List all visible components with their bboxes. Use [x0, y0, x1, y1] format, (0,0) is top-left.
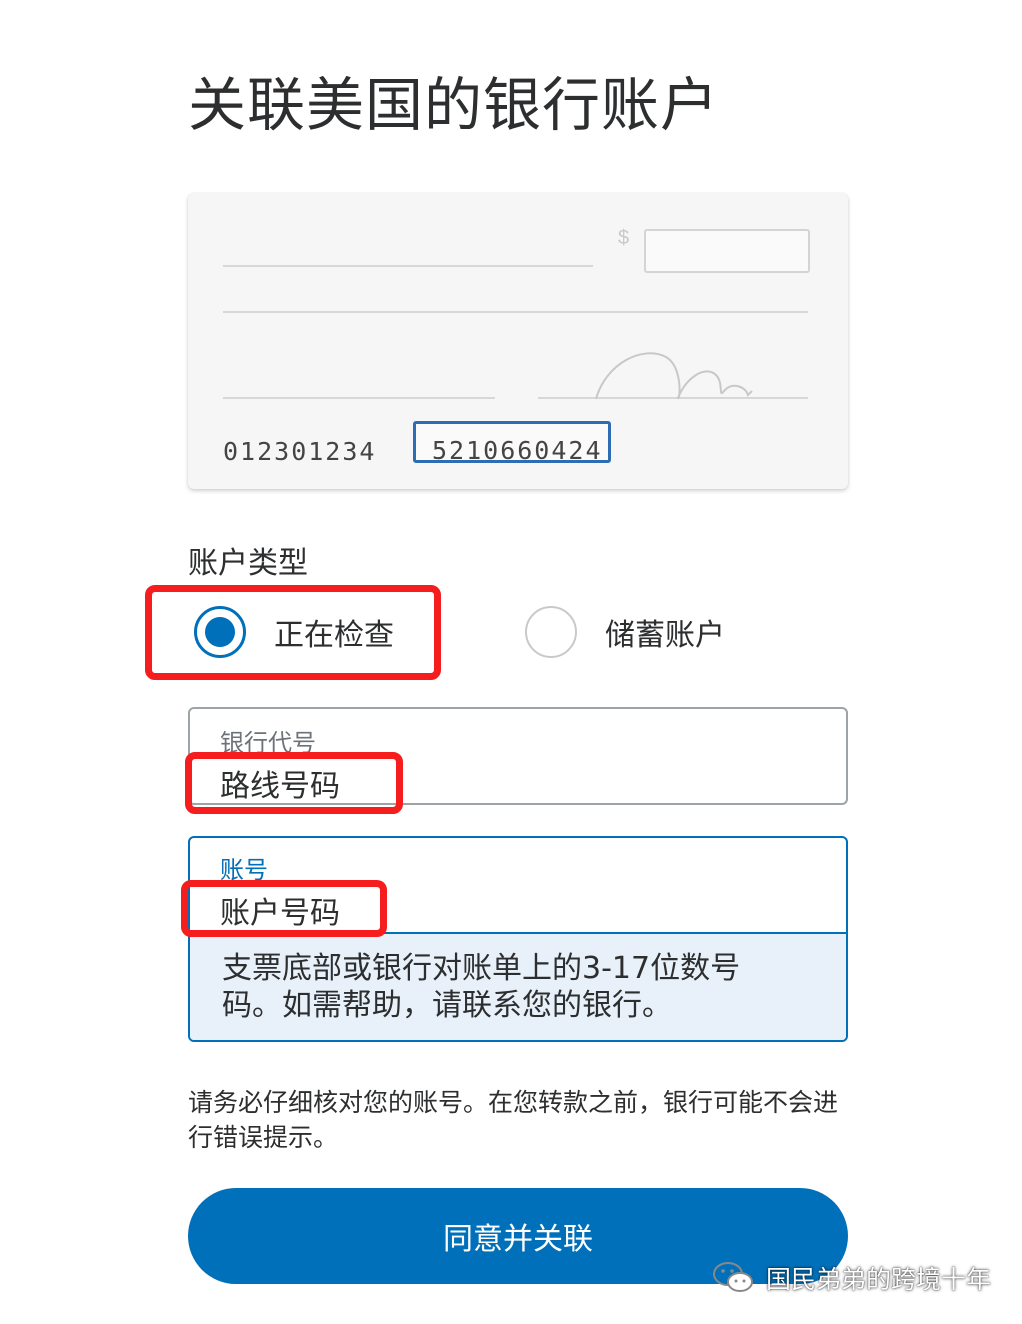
- account-number-field[interactable]: 账号 账户号码 支票底部或银行对账单上的3-17位数号码。如需帮助，请联系您的银…: [188, 836, 848, 1042]
- memo-line: [223, 397, 495, 399]
- dollar-sign: $: [618, 227, 630, 249]
- radio-option-savings[interactable]: 储蓄账户: [525, 606, 725, 658]
- account-number-helper-text: 支票底部或银行对账单上的3-17位数号码。如需帮助，请联系您的银行。: [222, 951, 741, 1023]
- routing-number-sample: 012301234: [223, 437, 377, 466]
- radio-option-checking[interactable]: 正在检查: [194, 606, 394, 658]
- amount-words-line: [223, 311, 808, 313]
- radio-checked-icon[interactable]: [194, 606, 246, 658]
- watermark: 国民弟弟的跨境十年: [712, 1260, 991, 1296]
- radio-unchecked-icon[interactable]: [525, 606, 577, 658]
- account-number-value[interactable]: 账户号码: [220, 888, 340, 932]
- account-number-helper: 支票底部或银行对账单上的3-17位数号码。如需帮助，请联系您的银行。: [190, 932, 846, 1040]
- page-title: 关联美国的银行账户: [188, 71, 720, 139]
- routing-number-label: 银行代号: [220, 729, 316, 757]
- watermark-text: 国民弟弟的跨境十年: [766, 1265, 992, 1294]
- radio-label-savings: 储蓄账户: [605, 618, 725, 653]
- wechat-icon: [713, 1262, 753, 1292]
- verification-notice: 请务必仔细核对您的账号。在您转款之前，银行可能不会进行错误提示。: [188, 1088, 839, 1152]
- account-type-label: 账户类型: [188, 546, 308, 581]
- radio-label-checking: 正在检查: [274, 618, 394, 653]
- account-number-highlight: 5210660424: [413, 421, 611, 465]
- routing-number-value[interactable]: 路线号码: [220, 761, 340, 805]
- account-number-label: 账号: [220, 856, 268, 884]
- signature-scribble: [595, 352, 753, 400]
- account-number-sample: 5210660424: [432, 436, 603, 465]
- payee-line: [223, 265, 593, 267]
- check-illustration: $ 012301234 5210660424: [188, 193, 848, 489]
- amount-box: [644, 229, 810, 273]
- routing-number-field[interactable]: 银行代号 路线号码: [188, 707, 848, 805]
